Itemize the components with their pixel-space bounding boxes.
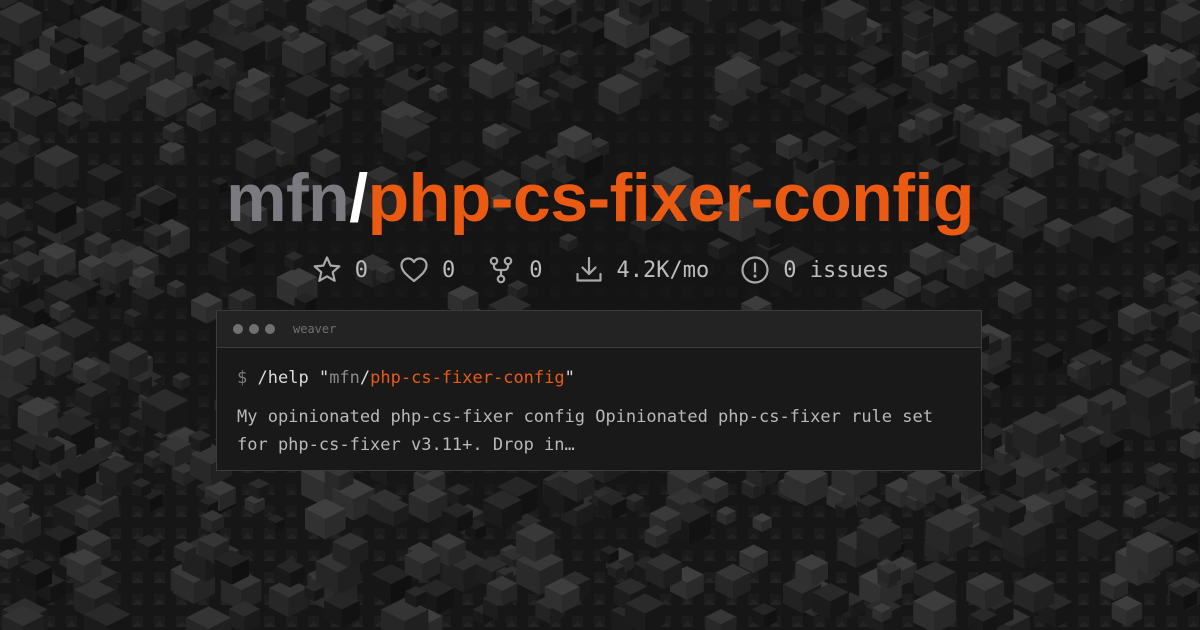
quote-open: ": [318, 368, 330, 388]
cube-shape: [428, 84, 448, 103]
cube-shape: [625, 492, 645, 512]
cube-shape: [135, 534, 162, 561]
cube-shape: [268, 0, 305, 21]
title-separator: /: [349, 160, 368, 236]
cube-shape: [1180, 430, 1200, 460]
stat-likes: 0: [398, 254, 455, 286]
cube-shape: [432, 61, 456, 84]
repo-owner: mfn: [226, 160, 350, 236]
stat-stars: 0: [311, 254, 368, 286]
command-arg-separator: /: [359, 368, 371, 388]
stat-value: 0: [442, 257, 456, 283]
command-line: $ /help "mfn/php-cs-fixer-config": [237, 367, 961, 389]
command-arg-owner: mfn: [329, 368, 360, 388]
cube-shape: [329, 83, 350, 104]
cube-shape: [715, 563, 751, 600]
cube-shape: [1051, 18, 1076, 42]
stat-value: 4.2K/mo: [616, 257, 710, 283]
window-dot-icon: [249, 324, 259, 334]
cube-shape: [172, 372, 191, 390]
cube-shape: [1094, 286, 1122, 314]
terminal-body: $ /help "mfn/php-cs-fixer-config" My opi…: [217, 348, 981, 459]
cube-shape: [1077, 519, 1119, 561]
cube-shape: [200, 510, 224, 534]
heart-icon: [400, 257, 428, 283]
star-icon: [313, 256, 341, 282]
page-title: mfn/php-cs-fixer-config: [0, 158, 1200, 238]
cube-shape: [185, 606, 232, 630]
terminal-window: weaver $ /help "mfn/php-cs-fixer-config"…: [216, 310, 982, 471]
stat-value: 0: [529, 257, 543, 283]
stats-bar: 0 0 0 4.2K/mo 0 issues: [0, 250, 1200, 290]
cube-shape: [785, 0, 821, 20]
cube-shape: [1032, 342, 1063, 374]
terminal-title-bar: weaver: [217, 311, 981, 348]
fork-icon: [489, 256, 513, 284]
repo-name: php-cs-fixer-config: [367, 160, 975, 236]
stat-value: 0 issues: [783, 257, 890, 283]
terminal-title: weaver: [293, 322, 337, 336]
cube-shape: [739, 544, 768, 574]
window-dot-icon: [233, 324, 243, 334]
command-arg-repo: php-cs-fixer-config: [370, 368, 565, 388]
stat-forks: 0: [485, 254, 543, 286]
cube-shape: [0, 1, 43, 47]
prompt-symbol: $: [237, 368, 248, 388]
cube-shape: [1145, 462, 1173, 490]
cube-shape: [560, 49, 578, 68]
stat-value: 0: [354, 257, 369, 283]
cube-shape: [162, 122, 184, 144]
cube-shape: [716, 506, 736, 526]
command-text: /help: [257, 368, 309, 388]
cube-shape: [266, 514, 285, 533]
stat-downloads: 4.2K/mo: [573, 254, 710, 286]
window-dot-icon: [265, 324, 275, 334]
cube-shape: [421, 38, 441, 59]
cube-shape: [186, 102, 217, 133]
cube-shape: [913, 590, 956, 630]
cube-shape: [751, 603, 777, 629]
cube-shape: [1111, 595, 1143, 627]
issue-icon: [741, 256, 769, 284]
cube-shape: [1076, 318, 1108, 351]
cube-shape: [143, 450, 162, 468]
stat-issues: 0 issues: [739, 254, 889, 286]
cube-shape: [1063, 141, 1081, 159]
cube-shape: [752, 513, 772, 533]
cube-shape: [576, 16, 609, 49]
download-icon: [575, 256, 602, 282]
repo-description: My opinionated php-cs-fixer config Opini…: [237, 407, 933, 455]
quote-close: ": [564, 368, 575, 388]
cube-shape: [705, 609, 737, 630]
cube-shape: [686, 0, 733, 26]
